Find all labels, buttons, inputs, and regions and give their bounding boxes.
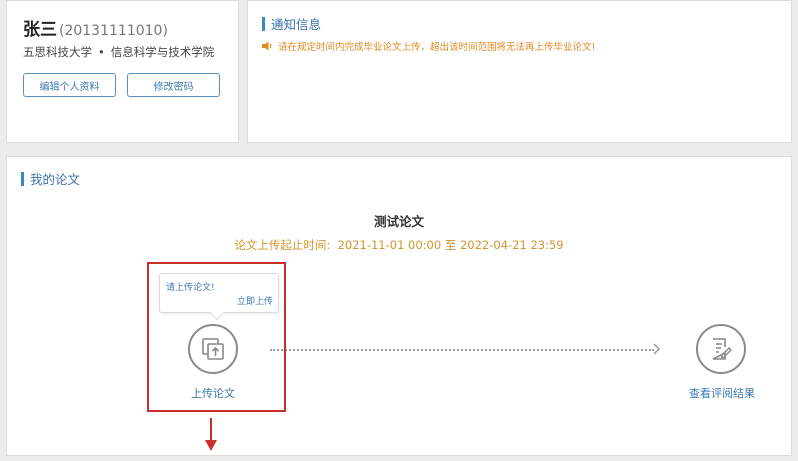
document-edit-icon [712,338,732,360]
upload-thesis-button[interactable] [188,324,238,374]
tooltip-caret [209,305,225,321]
chevron-right-icon [653,343,661,355]
upload-tooltip: 请上传论文! 立即上传 [159,273,279,321]
thesis-panel: 我的论文 测试论文 论文上传起止时间: 2021-11-01 00:00 至 2… [6,156,792,456]
review-result-button[interactable] [696,324,746,374]
thesis-section-title: 我的论文 [21,169,80,188]
title-accent-bar [21,171,24,186]
notice-section-title: 通知信息 [262,14,321,33]
upload-time-value: 2021-11-01 00:00 至 2022-04-21 23:59 [337,238,564,252]
upload-now-link[interactable]: 立即上传 [237,294,273,307]
notice-message: 请在规定时间内完成毕业论文上传，超出该时间范围将无法再上传毕业论文! [262,39,595,53]
title-accent-bar [262,16,265,31]
student-id: (20131111010) [59,23,168,39]
change-password-button[interactable]: 修改密码 [127,73,220,97]
notice-panel: 通知信息 请在规定时间内完成毕业论文上传，超出该时间范围将无法再上传毕业论文! [247,0,792,143]
upload-tooltip-text: 请上传论文! [166,283,215,293]
edit-profile-button[interactable]: 编辑个人资料 [23,73,116,97]
upload-icon [202,338,224,360]
college-name: 信息科学与技术学院 [110,45,215,59]
upload-time-label: 论文上传起止时间: [234,238,331,252]
university-name: 五思科技大学 [23,45,92,59]
thesis-title: 测试论文 [373,214,424,229]
step-connector [270,349,654,351]
notice-message-text: 请在规定时间内完成毕业论文上传，超出该时间范围将无法再上传毕业论文! [278,42,596,53]
upload-time-range: 论文上传起止时间: 2021-11-01 00:00 至 2022-04-21 … [7,237,791,253]
notice-title-text: 通知信息 [271,17,322,32]
speaker-icon [262,41,272,51]
student-name: 张三 [23,20,57,40]
profile-panel: 张三 (20131111010) 五思科技大学 • 信息科学与技术学院 编辑个人资料 … [6,0,239,143]
profile-organization: 五思科技大学 • 信息科学与技术学院 [23,44,214,60]
separator-dot: • [98,45,105,59]
thesis-section-title-text: 我的论文 [30,172,81,187]
upload-thesis-label[interactable]: 上传论文 [191,385,235,401]
review-result-label[interactable]: 查看评阅结果 [689,385,755,401]
profile-name-row: 张三 (20131111010) [23,15,168,40]
